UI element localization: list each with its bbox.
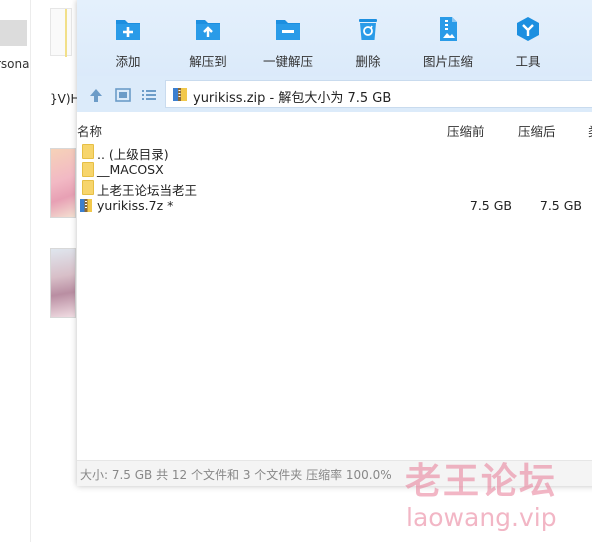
folder-icon [82, 144, 94, 159]
background-selected-item[interactable] [0, 20, 27, 46]
one-click-extract-icon [276, 20, 300, 40]
one-click-extract-label: 一键解压 [262, 54, 313, 69]
tools-label: 工具 [515, 54, 541, 69]
file-size-after: 7.5 GB [539, 198, 582, 213]
one-click-extract-button[interactable]: 一键解压 [248, 6, 328, 70]
delete-label: 删除 [355, 54, 381, 69]
list-item[interactable]: 上老王论坛当老王 [77, 179, 592, 198]
list-view-icon[interactable] [140, 87, 158, 103]
extract-to-icon [196, 20, 220, 40]
toolbar: 添加 解压到 一键解压 删除 图片压缩 工具 [77, 0, 592, 76]
column-after-header[interactable]: 压缩后 [518, 121, 556, 140]
list-item[interactable]: yurikiss.7z * 7.5 GB 7.5 GB [77, 197, 592, 215]
background-divider [30, 0, 31, 542]
file-size-before: 7.5 GB [469, 198, 512, 213]
background-image-thumbnail[interactable] [50, 248, 76, 318]
up-arrow-icon[interactable] [87, 87, 105, 103]
list-item[interactable]: __MACOSX [77, 161, 592, 179]
image-compress-button[interactable]: 图片压缩 [408, 6, 488, 70]
status-text: 大小: 7.5 GB 共 12 个文件和 3 个文件夹 压缩率 100.0% [80, 468, 392, 482]
tools-icon [517, 17, 539, 41]
tools-button[interactable]: 工具 [488, 6, 568, 70]
watermark-url: laowang.vip [406, 503, 557, 532]
add-icon [116, 20, 140, 40]
extract-to-button[interactable]: 解压到 [168, 6, 248, 70]
delete-button[interactable]: 删除 [328, 6, 408, 70]
7z-archive-icon [80, 199, 92, 212]
zip-archive-icon [173, 88, 187, 101]
file-name: yurikiss.7z * [97, 198, 174, 213]
column-header: 名称 压缩前 压缩后 类 [77, 116, 592, 140]
add-button[interactable]: 添加 [88, 6, 168, 70]
column-before-header[interactable]: 压缩前 [447, 121, 485, 140]
background-tile-caption: }V)H JBID [50, 92, 80, 106]
address-text: yurikiss.zip - 解包大小为 7.5 GB [193, 91, 392, 106]
archive-window: 添加 解压到 一键解压 删除 图片压缩 工具 yurikiss.zip - 解包… [77, 0, 592, 486]
address-field[interactable]: yurikiss.zip - 解包大小为 7.5 GB [165, 80, 592, 108]
extract-to-label: 解压到 [189, 54, 227, 69]
image-compress-icon [440, 17, 457, 41]
folder-icon [82, 180, 94, 195]
image-compress-label: 图片压缩 [422, 54, 473, 69]
thumbnail-view-icon[interactable] [114, 87, 132, 103]
watermark-title: 老王论坛 [405, 461, 558, 502]
background-image-thumbnail[interactable] [50, 148, 76, 218]
add-label: 添加 [115, 54, 141, 69]
folder-icon [82, 162, 94, 177]
column-type-header[interactable]: 类 [588, 121, 592, 140]
delete-icon [359, 19, 377, 40]
background-file-tile[interactable] [50, 8, 72, 57]
list-item[interactable]: .. (上级目录) [77, 143, 592, 162]
file-name: __MACOSX [97, 162, 164, 177]
column-name-header[interactable]: 名称 [77, 121, 102, 140]
background-item-label: rsona [0, 57, 30, 71]
